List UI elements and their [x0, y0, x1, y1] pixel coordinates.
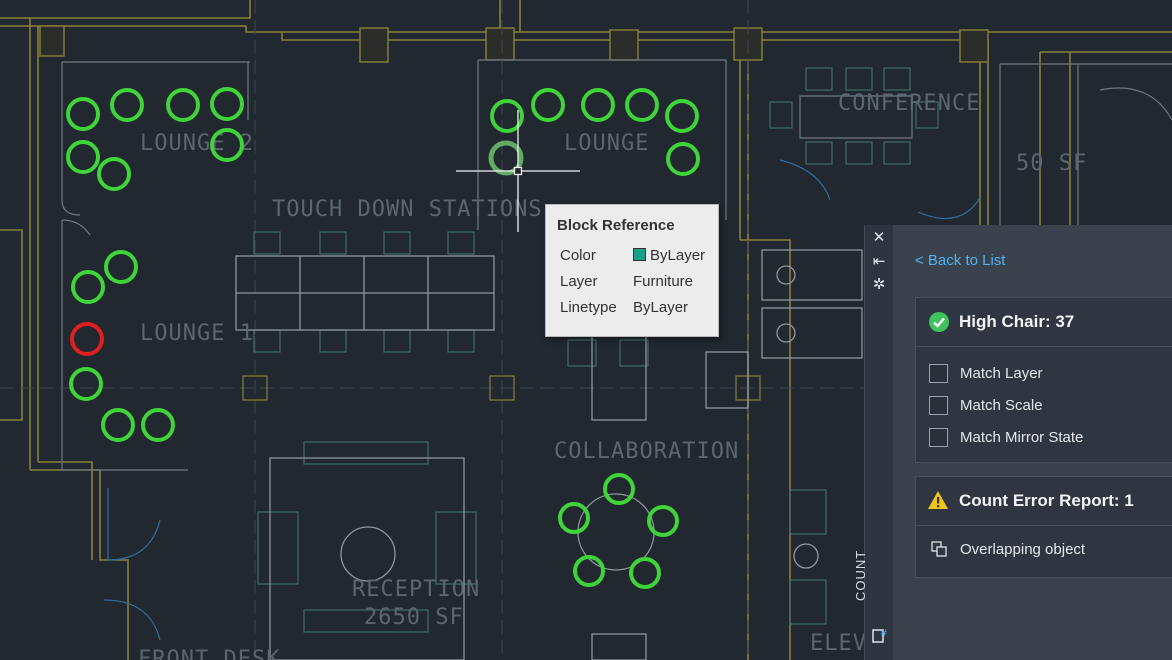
chair-marker [69, 367, 103, 401]
tooltip-label-layer: Layer [560, 273, 598, 290]
chair-marker [66, 140, 100, 174]
chair-marker [603, 473, 635, 505]
error-report-title: Count Error Report: 1 [959, 491, 1134, 510]
chair-marker [531, 88, 565, 122]
chair-marker [166, 88, 200, 122]
svg-text:#: # [880, 629, 888, 639]
chair-marker-error[interactable] [70, 322, 104, 356]
chair-marker [666, 142, 700, 176]
chair-marker [629, 557, 661, 589]
match-layer-label: Match Layer [960, 365, 1043, 382]
count-result-card: High Chair: 37 Match Layer Match Scale M… [915, 297, 1172, 463]
room-label-2650sf: 2650 SF [364, 605, 464, 630]
chair-marker [71, 270, 105, 304]
room-label-lounge: LOUNGE [564, 131, 649, 156]
chair-marker [647, 505, 679, 537]
close-icon[interactable]: ✕ [865, 230, 893, 246]
chair-marker [97, 157, 131, 191]
tooltip-value-layer: Furniture [633, 273, 694, 290]
error-report-card: Count Error Report: 1 Overlapping object [915, 476, 1172, 578]
room-label-front-desk: FRONT DESK [138, 647, 280, 660]
chair-marker [66, 97, 100, 131]
match-scale-label: Match Scale [960, 397, 1043, 414]
room-label-collaboration: COLLABORATION [554, 439, 739, 464]
error-report-header[interactable]: Count Error Report: 1 [916, 477, 1172, 526]
chair-marker [581, 88, 615, 122]
match-mirror-label: Match Mirror State [960, 429, 1084, 446]
room-label-lounge-1: LOUNGE 1 [140, 321, 254, 346]
room-label-touch-down: TOUCH DOWN STATIONS [272, 197, 543, 222]
warning-icon [928, 491, 948, 509]
count-palette-icon: # [865, 627, 893, 649]
tooltip-label-color: Color [560, 247, 596, 264]
tooltip-value-color-text: ByLayer [650, 247, 706, 264]
room-label-elev: ELEV [810, 631, 867, 656]
auto-hide-icon[interactable]: ⇤ [865, 254, 893, 270]
room-label-reception: RECEPTION [352, 577, 480, 602]
properties-icon[interactable]: ✲ [865, 277, 893, 293]
color-swatch-icon [633, 248, 646, 261]
tooltip-title: Block Reference [557, 217, 675, 234]
match-layer-checkbox[interactable] [929, 364, 948, 383]
match-mirror-checkbox[interactable] [929, 428, 948, 447]
count-panel: < Back to List High Chair: 37 Match Laye… [893, 225, 1172, 660]
tooltip-value-color: ByLayer [633, 247, 705, 264]
palette-title-vertical: COUNT [853, 549, 868, 601]
chair-marker [573, 555, 605, 587]
door-swings [103, 159, 981, 641]
tooltip-value-linetype: ByLayer [633, 299, 689, 316]
room-label-50sf: 50 SF [1016, 151, 1087, 176]
chair-marker [210, 87, 244, 121]
chair-marker [141, 408, 175, 442]
room-label-conference: CONFERENCE [838, 91, 980, 116]
chair-marker [110, 88, 144, 122]
overlap-icon [931, 541, 947, 557]
count-result-title: High Chair: 37 [959, 312, 1075, 331]
palette-title-strip[interactable]: ✕ ⇤ ✲ COUNT # [853, 225, 893, 660]
chair-marker [625, 88, 659, 122]
overlapping-object-label: Overlapping object [960, 541, 1086, 558]
chair-marker [104, 250, 138, 284]
check-circle-icon [929, 312, 949, 332]
count-result-header[interactable]: High Chair: 37 [916, 298, 1172, 347]
tooltip-label-linetype: Linetype [560, 299, 617, 316]
chair-marker [558, 502, 590, 534]
chair-marker [665, 99, 699, 133]
chair-marker [101, 408, 135, 442]
back-to-list-link[interactable]: < Back to List [915, 252, 1005, 269]
block-reference-tooltip: Block Reference Color ByLayer Layer Furn… [545, 204, 719, 337]
match-scale-checkbox[interactable] [929, 396, 948, 415]
